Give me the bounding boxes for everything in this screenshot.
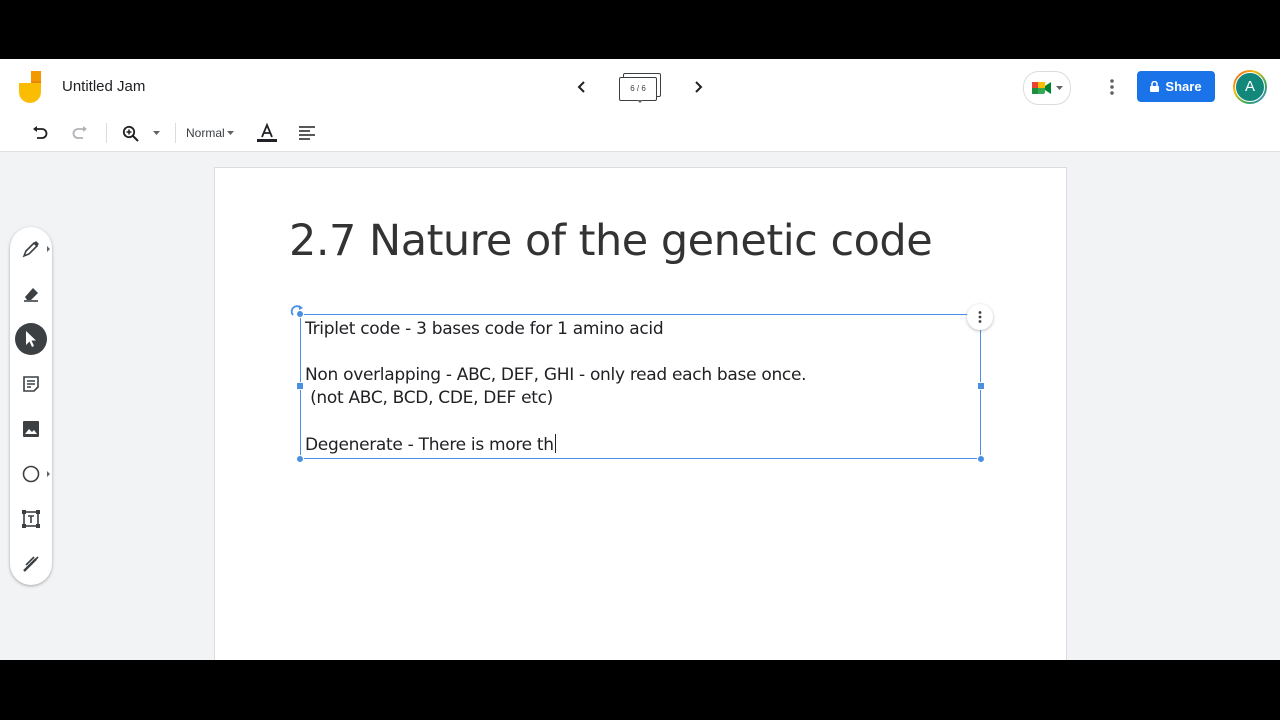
resize-handle-bottom-left[interactable] [296,455,304,463]
image-tool[interactable] [15,413,47,445]
letterbox-bottom [0,660,1280,720]
more-vert-icon [1110,79,1114,95]
text-cursor [554,434,556,453]
frame-counter: 6 / 6 [619,77,657,101]
frame-bar-toggle[interactable]: 6 / 6 [619,73,661,103]
jamboard-app: Untitled Jam 6 / 6 Share A Normal 2.7 Na… [0,59,1280,660]
select-tool[interactable] [15,323,47,355]
avatar-initial: A [1235,72,1265,102]
previous-frame-button[interactable] [568,73,596,101]
resize-handle-bottom-right[interactable] [977,455,985,463]
caret-down-icon [1056,86,1063,90]
circle-icon [22,465,40,483]
caret-down-icon [226,131,234,135]
chevron-down-icon [637,100,643,103]
undo-icon [33,126,48,139]
redo-icon [72,126,87,139]
document-title[interactable]: Untitled Jam [62,78,145,95]
text-line: Non overlapping - ABC, DEF, GHI - only r… [305,365,807,385]
eraser-tool[interactable] [15,278,47,310]
text-box-tool[interactable] [15,503,47,535]
circle-tool[interactable] [15,458,50,490]
text-line: Triplet code - 3 bases code for 1 amino … [305,319,664,339]
toolbar-divider [175,123,176,143]
laser-tool[interactable] [15,548,47,580]
sticky-note-tool[interactable] [15,368,47,400]
share-label: Share [1165,79,1202,94]
sticky-note-icon [23,376,39,392]
text-color-icon [257,123,277,142]
more-vert-icon [978,311,982,323]
jam-frame-canvas[interactable]: 2.7 Nature of the genetic code Triplet c… [214,167,1067,660]
laser-pointer-icon [23,556,39,572]
pen-icon [22,241,39,258]
image-icon [23,421,39,437]
share-button[interactable]: Share [1137,71,1215,102]
selected-text-box[interactable]: Triplet code - 3 bases code for 1 amino … [300,314,981,459]
next-frame-button[interactable] [684,73,712,101]
lock-icon [1150,81,1160,92]
chevron-left-icon [577,81,585,93]
cursor-arrow-icon [26,331,36,347]
frame-title-text[interactable]: 2.7 Nature of the genetic code [289,216,933,266]
google-meet-icon [1032,82,1051,94]
tool-options-arrow [47,246,50,252]
tool-sidebar [10,227,52,585]
eraser-icon [24,288,38,302]
redo-button[interactable] [66,119,94,147]
undo-button[interactable] [26,119,54,147]
resize-handle-left[interactable] [296,382,304,390]
text-box-menu-button[interactable] [967,304,993,330]
text-line: Degenerate - There is more th [305,435,554,455]
meet-button[interactable] [1023,71,1071,105]
text-color-button[interactable] [254,119,280,147]
account-avatar[interactable]: A [1233,70,1267,104]
caret-down-icon [152,131,160,135]
align-left-icon [299,126,315,140]
tool-options-arrow [47,471,50,477]
zoom-in-icon [122,125,139,142]
text-style-select[interactable]: Normal [186,123,234,143]
text-box-icon [22,510,40,528]
more-options-button[interactable] [1098,73,1126,101]
edit-toolbar: Normal [0,115,1280,152]
toolbar-divider [106,123,107,143]
text-line-with-caret: Degenerate - There is more th [305,434,556,455]
letterbox-top [0,0,1280,59]
pen-tool[interactable] [15,233,50,265]
text-style-value: Normal [186,126,225,140]
jamboard-logo [19,71,45,103]
resize-handle-top-left[interactable] [296,310,304,318]
resize-handle-right[interactable] [977,382,985,390]
chevron-right-icon [695,81,703,93]
app-header: Untitled Jam 6 / 6 Share A [0,59,1280,116]
text-line: (not ABC, BCD, CDE, DEF etc) [305,388,554,408]
zoom-dropdown[interactable] [148,119,164,147]
zoom-button[interactable] [116,119,144,147]
text-align-button[interactable] [294,119,320,147]
